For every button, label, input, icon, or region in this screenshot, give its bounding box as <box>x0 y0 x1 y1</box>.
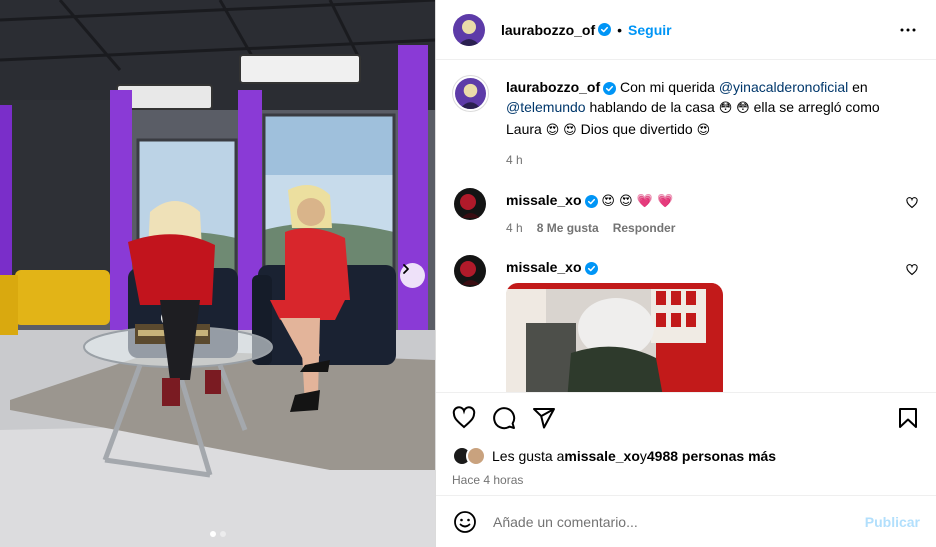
comment-text: 😍 😍 💗 💗 <box>601 194 674 209</box>
reply-button[interactable]: Responder <box>613 218 676 238</box>
verified-badge-icon <box>598 23 612 36</box>
verified-badge-icon <box>584 261 598 275</box>
flushed-emoji: 😳 <box>736 101 750 116</box>
flushed-emoji: 😳 <box>718 101 733 116</box>
share-icon[interactable] <box>532 406 556 433</box>
commenter-username[interactable]: missale_xo <box>506 259 582 275</box>
comment-composer: Publicar <box>436 495 936 547</box>
mention-link[interactable]: @telemundo <box>506 99 586 115</box>
liker-avatars <box>452 446 486 466</box>
more-options-icon[interactable] <box>896 18 920 42</box>
carousel-indicator <box>0 531 435 537</box>
comment-input[interactable] <box>493 513 865 530</box>
caption-text-part: ella se arregló como <box>749 99 880 115</box>
likes-prefix: Les gusta a <box>492 448 565 464</box>
likes-others[interactable]: 4988 personas más <box>647 448 776 464</box>
mention-link[interactable]: @yinacalderonoficial <box>719 79 848 95</box>
publish-button[interactable]: Publicar <box>865 514 920 530</box>
comment-icon[interactable] <box>492 406 516 433</box>
comment-time: 4 h <box>506 221 523 235</box>
carousel-dot <box>219 531 226 537</box>
author-avatar[interactable] <box>453 13 485 46</box>
heart-eyes-emoji: 😍 <box>696 123 711 138</box>
heart-eyes-emoji: 😍 <box>563 123 577 138</box>
commenter-avatar[interactable] <box>454 255 486 287</box>
chevron-right-icon <box>403 264 409 274</box>
like-icon[interactable] <box>452 405 476 433</box>
carousel-next-button[interactable] <box>400 263 425 288</box>
post-photo <box>0 0 435 547</box>
caption-text-part: en <box>848 79 868 95</box>
commenter-username[interactable]: missale_xo <box>506 192 582 208</box>
caption-text-part: Laura <box>506 121 546 137</box>
likes-summary: Les gusta a missale_xo y 4988 personas m… <box>452 446 920 466</box>
carousel-dot-active <box>209 531 216 537</box>
comments-list[interactable]: laurabozzo_of Con mi querida @yinacalder… <box>436 61 936 392</box>
caption-username[interactable]: laurabozzo_of <box>506 79 600 95</box>
emoji-picker-icon[interactable] <box>453 510 477 534</box>
caption-text-part: hablando de la casa <box>585 99 719 115</box>
follow-button[interactable]: Seguir <box>628 22 672 38</box>
like-comment-icon[interactable] <box>906 196 918 212</box>
post-media[interactable] <box>0 0 436 547</box>
post-header: laurabozzo_of • Seguir <box>436 0 936 60</box>
post-actions: Les gusta a missale_xo y 4988 personas m… <box>436 392 936 487</box>
post-timestamp[interactable]: Hace 4 horas <box>452 473 920 487</box>
caption-author-avatar[interactable] <box>452 75 489 112</box>
caption-text-part: Dios que divertido <box>576 121 697 137</box>
author-username[interactable]: laurabozzo_of <box>501 22 595 38</box>
likes-connector: y <box>639 448 647 464</box>
comment-item: missale_xo 😍 😍 💗 💗 4 h 8 Me gusta Respon… <box>452 174 920 238</box>
header-separator: • <box>617 21 623 38</box>
likes-first-user[interactable]: missale_xo <box>564 448 640 464</box>
commenter-avatar[interactable] <box>454 188 486 220</box>
caption-time: 4 h <box>506 153 523 167</box>
save-icon[interactable] <box>896 406 920 433</box>
comment-likes[interactable]: 8 Me gusta <box>537 218 599 238</box>
comment-item: missale_xo <box>452 241 920 392</box>
liker-avatar <box>466 446 486 466</box>
like-comment-icon[interactable] <box>906 263 918 279</box>
caption-text: laurabozzo_of Con mi querida @yinacalder… <box>506 77 920 141</box>
verified-badge-icon <box>603 81 617 95</box>
post-side-panel: laurabozzo_of • Seguir laurabozzo_of Con… <box>436 0 936 547</box>
verified-badge-icon <box>584 194 598 208</box>
heart-eyes-emoji: 😍 <box>545 123 560 138</box>
comment-gif[interactable] <box>506 283 723 392</box>
caption: laurabozzo_of Con mi querida @yinacalder… <box>452 61 920 170</box>
caption-text-part: Con mi querida <box>620 79 719 95</box>
